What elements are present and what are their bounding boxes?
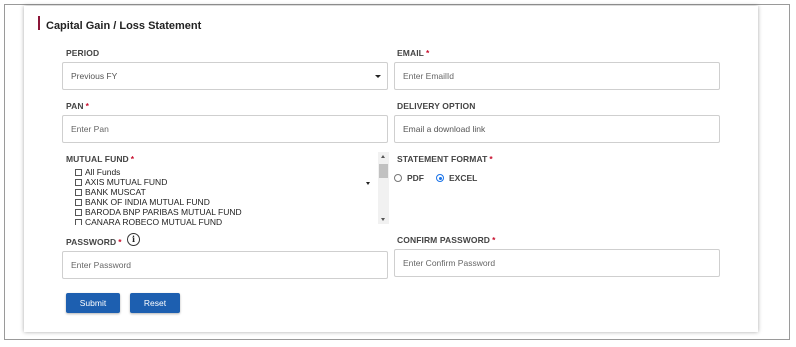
confirm-password-placeholder: Enter Confirm Password: [403, 258, 496, 268]
checkbox[interactable]: [75, 168, 82, 176]
password-field[interactable]: Enter Password: [62, 251, 388, 279]
mutual-fund-label: MUTUAL FUND *: [66, 154, 134, 164]
option-label: All Funds: [85, 167, 121, 177]
pan-field[interactable]: Enter Pan: [62, 115, 388, 143]
excel-radio-label[interactable]: EXCEL: [449, 173, 477, 183]
submit-button[interactable]: Submit: [66, 293, 120, 313]
list-item[interactable]: AXIS MUTUAL FUND: [62, 177, 378, 187]
list-item[interactable]: All Funds: [62, 167, 378, 177]
period-select[interactable]: Previous FY: [62, 62, 388, 90]
checkbox[interactable]: [75, 188, 82, 196]
statement-format-label-text: STATEMENT FORMAT: [397, 154, 488, 164]
pan-label-text: PAN: [66, 101, 84, 111]
period-label-text: PERIOD: [66, 48, 100, 58]
delivery-value: Email a download link: [403, 124, 486, 134]
email-label-text: EMAIL: [397, 48, 424, 58]
list-item[interactable]: BANK OF INDIA MUTUAL FUND: [62, 197, 378, 207]
period-value: Previous FY: [71, 71, 118, 81]
mutual-fund-scrollbar[interactable]: [378, 152, 389, 224]
chevron-down-icon: [375, 75, 381, 78]
confirm-password-field[interactable]: Enter Confirm Password: [394, 249, 720, 277]
email-label: EMAIL *: [397, 48, 429, 58]
statement-format-label: STATEMENT FORMAT *: [397, 154, 493, 164]
checkbox[interactable]: [75, 218, 82, 225]
pdf-radio[interactable]: [394, 174, 402, 182]
pan-placeholder: Enter Pan: [71, 124, 109, 134]
option-label: CANARA ROBECO MUTUAL FUND: [85, 217, 223, 225]
password-placeholder: Enter Password: [71, 260, 131, 270]
checkbox[interactable]: [75, 178, 82, 186]
reset-button[interactable]: Reset: [130, 293, 180, 313]
email-placeholder: Enter EmailId: [403, 71, 455, 81]
scroll-up-icon[interactable]: [381, 155, 385, 158]
list-item[interactable]: BARODA BNP PARIBAS MUTUAL FUND: [62, 207, 378, 217]
scroll-down-icon[interactable]: [381, 218, 385, 221]
list-item[interactable]: BANK MUSCAT: [62, 187, 378, 197]
option-label: BARODA BNP PARIBAS MUTUAL FUND: [85, 207, 242, 217]
required-marker: *: [118, 237, 122, 247]
info-icon[interactable]: i: [127, 233, 140, 246]
checkbox[interactable]: [75, 198, 82, 206]
option-label: BANK MUSCAT: [85, 187, 146, 197]
password-label-text: PASSWORD: [66, 237, 117, 247]
confirm-password-label-text: CONFIRM PASSWORD: [397, 235, 491, 245]
page-title: Capital Gain / Loss Statement: [46, 20, 202, 32]
required-marker: *: [492, 235, 496, 245]
required-marker: *: [425, 48, 430, 58]
statement-card: Capital Gain / Loss Statement PERIOD Pre…: [24, 6, 758, 332]
pan-label: PAN *: [66, 101, 89, 111]
required-marker: *: [130, 154, 135, 164]
confirm-password-label: CONFIRM PASSWORD *: [397, 235, 495, 245]
required-marker: *: [85, 101, 90, 111]
list-item[interactable]: CANARA ROBECO MUTUAL FUND: [62, 217, 378, 225]
pdf-radio-label[interactable]: PDF: [407, 173, 424, 183]
password-label: PASSWORD *: [66, 237, 122, 247]
title-accent: Capital Gain / Loss Statement: [38, 16, 202, 32]
mutual-fund-label-text: MUTUAL FUND: [66, 154, 129, 164]
delivery-label: DELIVERY OPTION: [397, 101, 476, 111]
option-label: AXIS MUTUAL FUND: [85, 177, 168, 187]
option-label: BANK OF INDIA MUTUAL FUND: [85, 197, 210, 207]
excel-radio[interactable]: [436, 174, 444, 182]
required-marker: *: [489, 154, 493, 164]
statement-format-radio-group: PDF EXCEL: [394, 172, 489, 184]
period-label: PERIOD: [66, 48, 99, 58]
chevron-down-icon[interactable]: [366, 182, 370, 185]
delivery-option-field[interactable]: Email a download link: [394, 115, 720, 143]
email-field[interactable]: Enter EmailId: [394, 62, 720, 90]
checkbox[interactable]: [75, 208, 82, 216]
mutual-fund-listbox[interactable]: All Funds AXIS MUTUAL FUND BANK MUSCAT B…: [62, 167, 378, 225]
scrollbar-thumb[interactable]: [379, 164, 388, 178]
delivery-label-text: DELIVERY OPTION: [397, 101, 476, 111]
